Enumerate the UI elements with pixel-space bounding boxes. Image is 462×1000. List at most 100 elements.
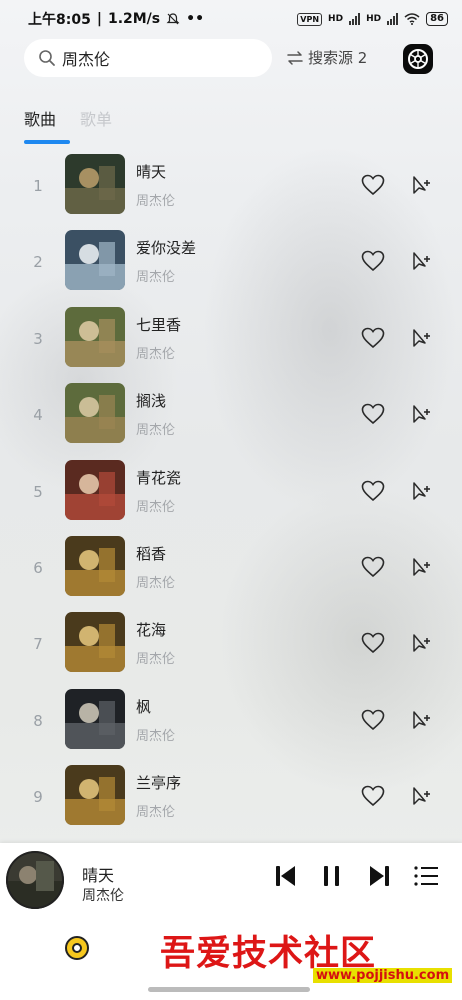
add-to-queue-icon [413, 710, 430, 729]
song-artist: 周杰伦 [136, 805, 176, 821]
song-row[interactable]: 8 枫 周杰伦 [0, 679, 462, 755]
add-to-queue-button[interactable] [410, 556, 432, 578]
pause-icon [324, 866, 339, 886]
mute-bell-icon [166, 13, 180, 25]
status-right: VPN HD HD 86 [297, 12, 448, 26]
add-to-queue-button[interactable] [410, 709, 432, 731]
tab-songs[interactable]: 歌曲 [24, 106, 71, 144]
song-cover[interactable] [65, 306, 125, 367]
song-title: 爱你没差 [136, 239, 197, 258]
song-cover[interactable] [65, 612, 125, 673]
song-row[interactable]: 6 稻香 周杰伦 [0, 526, 462, 602]
song-title: 晴天 [136, 163, 167, 181]
song-cover-art [65, 688, 125, 749]
add-to-queue-icon [413, 634, 430, 653]
song-index: 1 [33, 177, 43, 195]
search-row: 搜索源 2 [24, 39, 444, 79]
song-cover[interactable] [65, 765, 125, 826]
add-to-queue-button[interactable] [410, 480, 432, 502]
song-row[interactable]: 4 搁浅 周杰伦 [0, 373, 462, 449]
song-index: 3 [33, 329, 43, 348]
song-row[interactable]: 2 爱你没差 周杰伦 [0, 220, 462, 296]
battery-indicator: 86 [426, 12, 448, 26]
song-title: 枫 [136, 697, 152, 716]
status-bar: 上午8:05 | 1.2M/s •• VPN HD HD 86 [0, 0, 462, 38]
swap-icon [287, 50, 303, 65]
mini-player[interactable]: 晴天 周杰伦 [0, 843, 462, 920]
add-to-queue-icon [413, 405, 430, 423]
tab-playlists[interactable]: 歌单 [80, 106, 112, 144]
song-cover[interactable] [65, 688, 125, 749]
song-artist: 周杰伦 [136, 270, 176, 286]
signal-1-icon [349, 13, 361, 25]
like-button[interactable] [361, 174, 385, 196]
like-button[interactable] [361, 785, 385, 807]
search-source-button[interactable]: 搜索源 2 [286, 47, 367, 68]
search-icon [39, 50, 55, 66]
nav-music-tab[interactable] [64, 935, 90, 961]
bottom-nav: 吾爱技术社区 www.pojjishu.com [0, 920, 462, 1000]
song-title: 青花瓷 [136, 468, 182, 487]
add-to-queue-icon [413, 329, 430, 347]
playlist-button[interactable] [413, 863, 439, 889]
heart-icon [361, 785, 385, 807]
skip-previous-button[interactable] [273, 863, 299, 889]
now-playing-cover[interactable] [6, 851, 64, 909]
like-button[interactable] [361, 250, 385, 272]
playlist-icon [414, 866, 438, 886]
song-title: 搁浅 [136, 392, 167, 411]
search-input[interactable] [62, 48, 242, 68]
add-to-queue-button[interactable] [410, 327, 432, 349]
home-indicator[interactable] [148, 987, 310, 992]
search-box[interactable] [24, 39, 272, 77]
pause-button[interactable] [319, 863, 345, 889]
song-cover-art [65, 154, 125, 214]
settings-button[interactable] [403, 44, 433, 74]
search-source-label: 搜索源 2 [308, 49, 368, 67]
add-to-queue-icon [413, 481, 430, 500]
song-title: 兰亭序 [136, 774, 182, 793]
song-list: 1 晴天 周杰伦 2 爱你没差 周杰伦 3 七里香 周杰伦 4 搁浅 周杰伦 5… [0, 144, 462, 832]
add-to-queue-button[interactable] [410, 403, 432, 425]
like-button[interactable] [361, 403, 385, 425]
song-artist: 周杰伦 [136, 728, 176, 744]
like-button[interactable] [361, 327, 385, 349]
like-button[interactable] [361, 556, 385, 578]
add-to-queue-icon [413, 787, 430, 805]
song-row[interactable]: 3 七里香 周杰伦 [0, 297, 462, 373]
add-to-queue-icon [413, 176, 430, 194]
song-cover[interactable] [65, 230, 125, 291]
song-row[interactable]: 5 青花瓷 周杰伦 [0, 450, 462, 526]
song-index: 5 [33, 482, 43, 501]
like-button[interactable] [361, 480, 385, 502]
skip-next-button[interactable] [366, 863, 392, 889]
hd-label-2: HD [366, 14, 382, 24]
skip-previous-icon [276, 866, 295, 886]
like-button[interactable] [361, 709, 385, 731]
add-to-queue-button[interactable] [410, 250, 432, 272]
like-button[interactable] [361, 632, 385, 654]
add-to-queue-button[interactable] [410, 785, 432, 807]
now-playing-cover-art [6, 851, 64, 909]
signal-2-icon [387, 13, 399, 25]
music-disc-icon [65, 936, 89, 960]
song-index: 6 [33, 558, 43, 577]
song-cover[interactable] [65, 154, 125, 214]
song-index: 8 [33, 711, 43, 730]
song-row[interactable]: 7 花海 周杰伦 [0, 602, 462, 678]
add-to-queue-button[interactable] [410, 174, 432, 196]
wifi-icon [404, 13, 420, 25]
song-cover[interactable] [65, 535, 125, 596]
song-title: 七里香 [136, 315, 182, 334]
heart-icon [361, 174, 385, 196]
song-row[interactable]: 1 晴天 周杰伦 [0, 144, 462, 220]
add-to-queue-button[interactable] [410, 632, 432, 654]
skip-next-icon [370, 866, 389, 886]
song-cover[interactable] [65, 383, 125, 444]
heart-icon [361, 709, 385, 730]
heart-icon [361, 327, 385, 348]
song-artist: 周杰伦 [136, 423, 176, 439]
song-cover-art [65, 306, 125, 367]
song-cover[interactable] [65, 459, 125, 520]
song-row[interactable]: 9 兰亭序 周杰伦 [0, 755, 462, 831]
